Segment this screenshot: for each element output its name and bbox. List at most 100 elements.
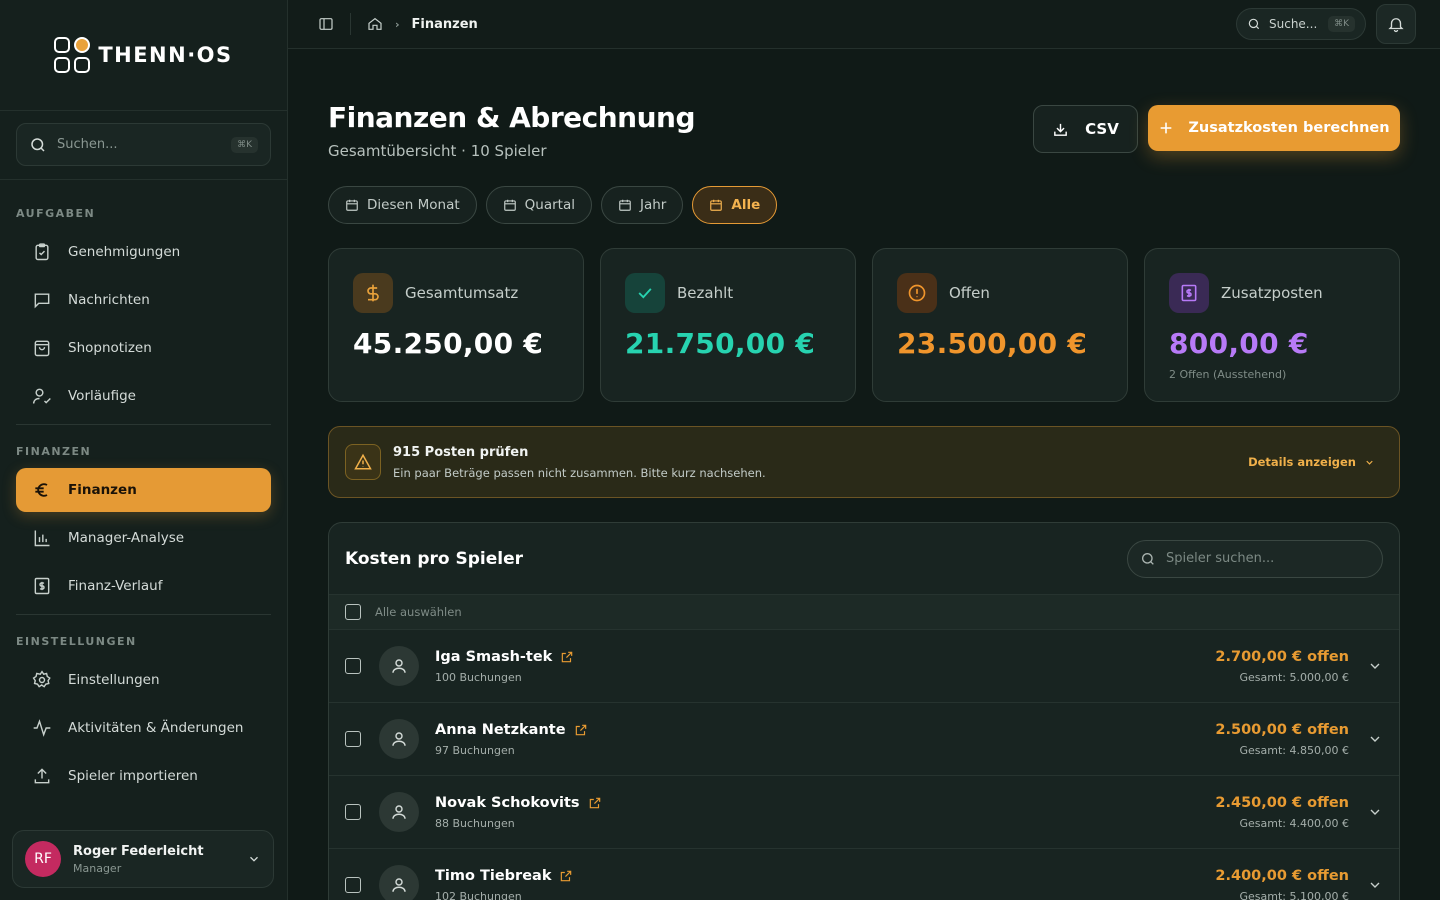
sidebar-item-label: Einstellungen (68, 672, 160, 688)
shopping-bag-icon (34, 340, 50, 357)
filter-chip-quartal[interactable]: Quartal (485, 186, 592, 224)
search-icon (1248, 18, 1260, 30)
sidebar-item-einstellungen[interactable]: Einstellungen (16, 658, 271, 702)
sidebar-item-genehmigungen[interactable]: Genehmigungen (16, 230, 271, 274)
sidebar-toggle-icon[interactable] (318, 16, 334, 32)
stat-card-zusatzposten: Zusatzposten 800,00 € 2 Offen (Ausstehen… (1144, 248, 1400, 402)
player-name[interactable]: Novak Schokovits (435, 795, 580, 811)
main-content: › Finanzen Suche... ⌘K Finanzen & Abrech… (288, 0, 1440, 900)
bell-icon (1388, 18, 1404, 33)
activity-icon (33, 719, 51, 737)
calculate-extra-costs-button[interactable]: Zusatzkosten berechnen (1148, 105, 1400, 151)
sidebar-search-placeholder: Suchen... (57, 137, 118, 152)
total-amount: Gesamt: 4.850,00 € (1239, 743, 1349, 757)
table-row[interactable]: Timo Tiebreak 102 Buchungen 2.400,00 € o… (329, 849, 1399, 900)
total-amount: Gesamt: 4.400,00 € (1239, 816, 1349, 830)
filter-chip-label: Quartal (524, 197, 575, 213)
user-icon (392, 732, 406, 746)
breadcrumb: › Finanzen (367, 16, 478, 32)
warning-icon (345, 444, 381, 480)
select-all-label[interactable]: Alle auswählen (375, 605, 462, 619)
sidebar-item-manager-analyse[interactable]: Manager-Analyse (16, 516, 271, 560)
open-amount: 2.500,00 € offen (1215, 721, 1349, 738)
filter-chip-jahr[interactable]: Jahr (601, 186, 684, 224)
notifications-button[interactable] (1376, 4, 1416, 44)
dollar-icon (353, 273, 393, 313)
euro-icon (35, 483, 48, 497)
stat-note: 2 Offen (Ausstehend) (1169, 368, 1287, 381)
external-link-icon[interactable] (559, 869, 573, 883)
home-icon[interactable] (367, 16, 383, 32)
receipt-icon (1169, 273, 1209, 313)
stat-label: Zusatzposten (1221, 284, 1323, 302)
player-name[interactable]: Timo Tiebreak (435, 868, 551, 884)
external-link-icon[interactable] (560, 650, 574, 664)
row-checkbox[interactable] (345, 658, 361, 674)
sidebar-search-input[interactable]: Suchen... ⌘K (16, 123, 271, 166)
search-icon (1142, 552, 1154, 565)
nav-section-finanzen: FINANZEN Finanzen Manager-Analyse Finanz… (0, 425, 287, 615)
sidebar-item-label: Vorläufige (68, 388, 136, 404)
select-all-checkbox[interactable] (345, 604, 361, 620)
sidebar: THENN·OS Suchen... ⌘K AUFGABEN Genehmigu… (0, 0, 288, 900)
chevron-down-icon[interactable] (1367, 804, 1383, 820)
stat-value: 21.750,00 € (625, 327, 816, 360)
sidebar-item-finanzen[interactable]: Finanzen (16, 468, 271, 512)
player-name[interactable]: Anna Netzkante (435, 722, 566, 738)
nav-section-einstellungen: EINSTELLUNGEN Einstellungen Aktivitäten … (0, 615, 287, 802)
clipboard-check-icon (35, 243, 49, 261)
user-menu[interactable]: RF Roger Federleicht Manager (12, 830, 274, 888)
external-link-icon[interactable] (574, 723, 588, 737)
sidebar-item-nachrichten[interactable]: Nachrichten (16, 278, 271, 322)
logo[interactable]: THENN·OS (0, 0, 287, 111)
csv-label: CSV (1085, 120, 1119, 138)
brand-name: THENN·OS (98, 43, 233, 67)
bar-chart-icon (34, 530, 50, 547)
sidebar-item-vorlaeufige[interactable]: Vorläufige (16, 374, 271, 418)
message-square-icon (34, 293, 50, 309)
calendar-icon (619, 199, 631, 211)
player-name[interactable]: Iga Smash-tek (435, 649, 552, 665)
show-details-button[interactable]: Details anzeigen (1248, 455, 1375, 469)
table-row[interactable]: Anna Netzkante 97 Buchungen 2.500,00 € o… (329, 703, 1399, 776)
stat-cards: Gesamtumsatz 45.250,00 € Bezahlt 21.750,… (328, 248, 1400, 402)
select-all-row: Alle auswählen (329, 594, 1399, 630)
table-row[interactable]: Iga Smash-tek 100 Buchungen 2.700,00 € o… (329, 630, 1399, 703)
sidebar-item-label: Finanzen (68, 482, 137, 498)
sidebar-item-spieler-importieren[interactable]: Spieler importieren (16, 754, 271, 798)
chevron-down-icon[interactable] (1367, 731, 1383, 747)
sidebar-item-label: Genehmigungen (68, 244, 181, 260)
avatar: RF (25, 841, 61, 877)
check-icon (625, 273, 665, 313)
divider (350, 13, 351, 35)
row-checkbox[interactable] (345, 877, 361, 893)
gear-icon (32, 670, 51, 688)
external-link-icon[interactable] (588, 796, 602, 810)
filter-chip-alle[interactable]: Alle (692, 186, 778, 224)
page-title: Finanzen & Abrechnung (328, 101, 696, 134)
breadcrumb-current[interactable]: Finanzen (412, 17, 478, 32)
players-cost-panel: Kosten pro Spieler Spieler suchen... All… (328, 522, 1400, 900)
search-icon (31, 137, 45, 152)
filter-chip-label: Diesen Monat (367, 197, 460, 213)
sidebar-item-finanz-verlauf[interactable]: Finanz-Verlauf (16, 564, 271, 608)
chevron-down-icon[interactable] (1367, 877, 1383, 893)
alert-circle-icon (897, 273, 937, 313)
user-check-icon (32, 388, 51, 404)
stat-value: 800,00 € (1169, 327, 1309, 360)
chevron-down-icon[interactable] (1367, 658, 1383, 674)
user-role: Manager (73, 861, 122, 875)
row-checkbox[interactable] (345, 731, 361, 747)
sidebar-item-shopnotizen[interactable]: Shopnotizen (16, 326, 271, 370)
global-search-input[interactable]: Suche... ⌘K (1236, 8, 1366, 40)
alert-text: Ein paar Beträge passen nicht zusammen. … (393, 465, 766, 480)
filter-chip-monat[interactable]: Diesen Monat (328, 186, 477, 224)
sidebar-item-aktivitaeten[interactable]: Aktivitäten & Änderungen (16, 706, 271, 750)
alert-title: 915 Posten prüfen (393, 444, 529, 460)
player-search-input[interactable]: Spieler suchen... (1127, 539, 1383, 578)
booking-count: 102 Buchungen (435, 889, 522, 900)
csv-export-button[interactable]: CSV (1033, 105, 1138, 153)
table-row[interactable]: Novak Schokovits 88 Buchungen 2.450,00 €… (329, 776, 1399, 849)
row-checkbox[interactable] (345, 804, 361, 820)
user-name: Roger Federleicht (73, 843, 204, 859)
